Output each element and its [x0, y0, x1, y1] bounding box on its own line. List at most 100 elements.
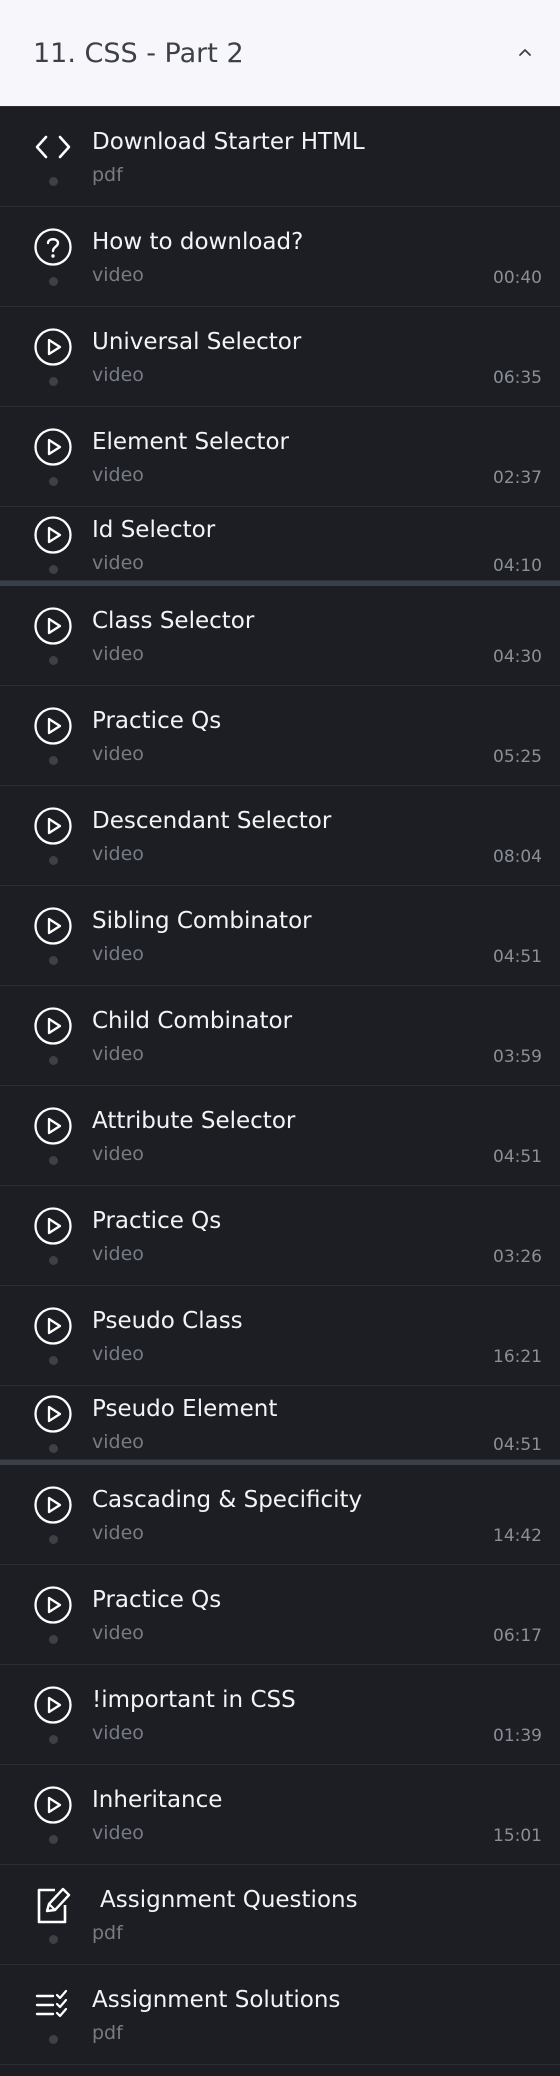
lecture-title: Cascading & Specificity	[92, 1487, 363, 1513]
lecture-item[interactable]: Assignment Questions pdf	[0, 1865, 560, 1965]
lecture-item[interactable]: Child Combinator video 03:59	[0, 986, 560, 1086]
lecture-title: Assignment Solutions	[92, 1987, 341, 2013]
checklist-icon	[33, 1985, 73, 2025]
lecture-type: video	[92, 1622, 144, 1644]
lecture-item[interactable]: Id Selector video 04:10	[0, 507, 560, 581]
lecture-item[interactable]: !important in CSS video 01:39	[0, 1665, 560, 1765]
lecture-item[interactable]: Pseudo Class video 16:21	[0, 1286, 560, 1386]
progress-dot	[49, 1835, 58, 1844]
lecture-item[interactable]: Inheritance video 15:01	[0, 1765, 560, 1865]
course-section-panel: 11. CSS - Part 2 Download Starter HTML pd…	[0, 0, 560, 2076]
lecture-item[interactable]: Element Selector video 02:37	[0, 407, 560, 507]
lecture-title: Pseudo Element	[92, 1396, 278, 1422]
lecture-list: Download Starter HTML pdf How to download?…	[0, 107, 560, 2065]
lecture-item[interactable]: Practice Qs video 03:26	[0, 1186, 560, 1286]
progress-dot	[49, 1056, 58, 1065]
play-circle-icon	[33, 515, 73, 555]
lecture-title: Class Selector	[92, 608, 255, 634]
lecture-type: pdf	[92, 2022, 123, 2044]
lecture-duration: 05:25	[493, 747, 542, 767]
lecture-duration: 04:51	[493, 1147, 542, 1167]
play-circle-icon	[33, 606, 73, 646]
lecture-item[interactable]: Practice Qs video 05:25	[0, 686, 560, 786]
progress-dot	[49, 856, 58, 865]
lecture-type: video	[92, 1522, 144, 1544]
lecture-item[interactable]: Assignment Solutions pdf	[0, 1965, 560, 2065]
lecture-type: video	[92, 1143, 144, 1165]
progress-dot	[49, 1256, 58, 1265]
lecture-item[interactable]: Attribute Selector video 04:51	[0, 1086, 560, 1186]
progress-dot	[49, 756, 58, 765]
play-circle-icon	[33, 1394, 73, 1434]
lecture-title: Practice Qs	[92, 1587, 222, 1613]
lecture-title: How to download?	[92, 229, 304, 255]
lecture-duration: 08:04	[493, 847, 542, 867]
lecture-title: Universal Selector	[92, 329, 302, 355]
lecture-title: Child Combinator	[92, 1008, 293, 1034]
lecture-duration: 06:35	[493, 368, 542, 388]
lecture-type: video	[92, 1822, 144, 1844]
lecture-duration: 01:39	[493, 1726, 542, 1746]
lecture-title: Inheritance	[92, 1787, 223, 1813]
play-circle-icon	[33, 906, 73, 946]
lecture-type: video	[92, 943, 144, 965]
code-icon	[33, 127, 73, 167]
lecture-item[interactable]: Class Selector video 04:30	[0, 586, 560, 686]
lecture-type: video	[92, 643, 144, 665]
lecture-item[interactable]: How to download? video 00:40	[0, 207, 560, 307]
lecture-duration: 04:51	[493, 947, 542, 967]
lecture-duration: 03:59	[493, 1047, 542, 1067]
play-circle-icon	[33, 1306, 73, 1346]
progress-dot	[49, 277, 58, 286]
progress-dot	[49, 565, 58, 574]
lecture-title: Download Starter HTML	[92, 129, 365, 155]
lecture-type: pdf	[92, 1922, 123, 1944]
lecture-item[interactable]: Sibling Combinator video 04:51	[0, 886, 560, 986]
lecture-item[interactable]: Pseudo Element video 04:51	[0, 1386, 560, 1460]
progress-dot	[49, 1156, 58, 1165]
edit-document-icon	[33, 1885, 73, 1925]
lecture-title: Id Selector	[92, 517, 216, 543]
progress-dot	[49, 377, 58, 386]
progress-dot	[49, 1735, 58, 1744]
section-title: 11. CSS - Part 2	[33, 37, 244, 69]
lecture-duration: 14:42	[493, 1526, 542, 1546]
play-circle-icon	[33, 1006, 73, 1046]
progress-dot	[49, 656, 58, 665]
lecture-title: Descendant Selector	[92, 808, 332, 834]
play-circle-icon	[33, 1485, 73, 1525]
lecture-duration: 04:51	[493, 1435, 542, 1455]
play-circle-icon	[33, 1585, 73, 1625]
play-circle-icon	[33, 1785, 73, 1825]
lecture-title: Attribute Selector	[92, 1108, 296, 1134]
play-circle-icon	[33, 706, 73, 746]
lecture-title: Practice Qs	[92, 708, 222, 734]
lecture-item[interactable]: Cascading & Specificity video 14:42	[0, 1465, 560, 1565]
lecture-type: video	[92, 743, 144, 765]
lecture-type: video	[92, 1722, 144, 1744]
lecture-type: video	[92, 1343, 144, 1365]
lecture-type: video	[92, 264, 144, 286]
lecture-duration: 00:40	[493, 268, 542, 288]
lecture-title: Pseudo Class	[92, 1308, 243, 1334]
section-header[interactable]: 11. CSS - Part 2	[0, 0, 560, 107]
lecture-type: video	[92, 552, 144, 574]
lecture-duration: 04:30	[493, 647, 542, 667]
progress-dot	[49, 477, 58, 486]
lecture-title: !important in CSS	[92, 1687, 296, 1713]
lecture-duration: 15:01	[493, 1826, 542, 1846]
lecture-duration: 04:10	[493, 556, 542, 576]
chevron-up-icon[interactable]	[516, 44, 534, 62]
lecture-item[interactable]: Descendant Selector video 08:04	[0, 786, 560, 886]
lecture-type: video	[92, 1043, 144, 1065]
lecture-item[interactable]: Download Starter HTML pdf	[0, 107, 560, 207]
lecture-duration: 03:26	[493, 1247, 542, 1267]
progress-dot	[49, 2035, 58, 2044]
lecture-item[interactable]: Universal Selector video 06:35	[0, 307, 560, 407]
lecture-title: Assignment Questions	[100, 1887, 358, 1913]
progress-dot	[49, 1935, 58, 1944]
play-circle-icon	[33, 427, 73, 467]
lecture-item[interactable]: Practice Qs video 06:17	[0, 1565, 560, 1665]
progress-dot	[49, 1635, 58, 1644]
lecture-type: video	[92, 1431, 144, 1453]
